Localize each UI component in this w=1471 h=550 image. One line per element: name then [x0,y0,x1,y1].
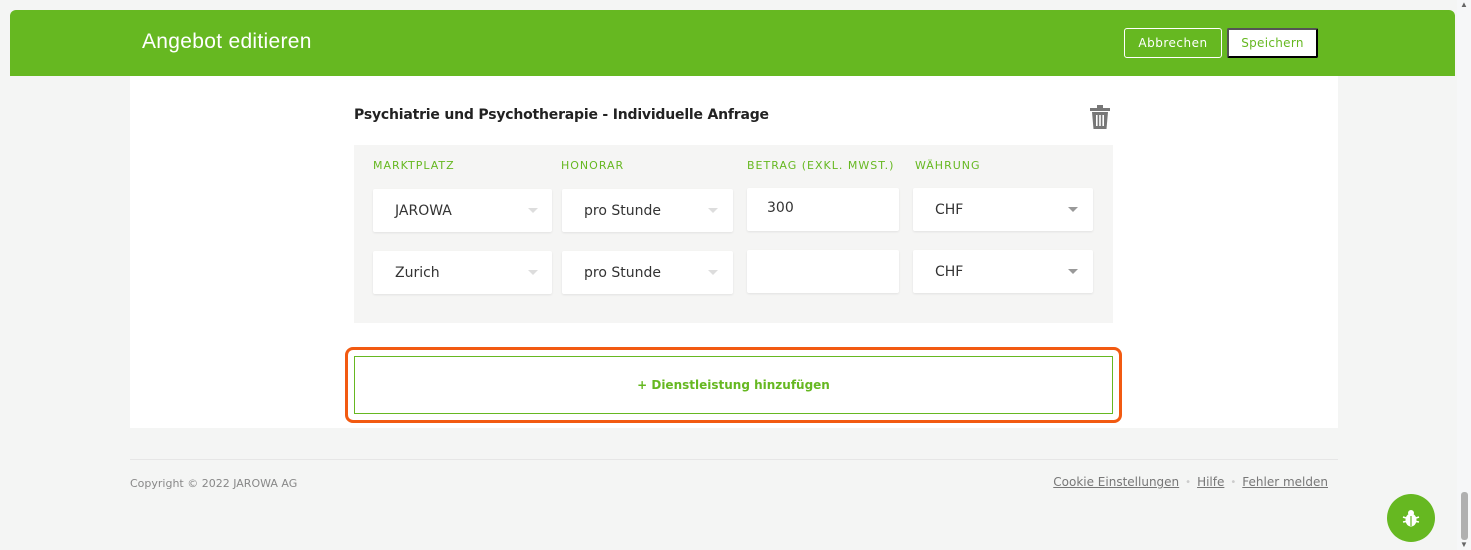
page-header: Angebot editieren Abbrechen Speichern [10,10,1455,76]
trash-icon[interactable] [1090,105,1110,129]
cookie-settings-link[interactable]: Cookie Einstellungen [1053,475,1179,489]
report-bug-link[interactable]: Fehler melden [1242,475,1328,489]
currency-select[interactable]: CHF [913,188,1093,231]
currency-select[interactable]: CHF [913,250,1093,293]
marketplace-value: Zurich [395,265,440,281]
chevron-down-icon [1068,207,1078,212]
bug-icon [1402,510,1420,527]
fee-type-select[interactable]: pro Stunde [562,251,733,294]
copyright-text: Copyright © 2022 JAROWA AG [130,477,298,490]
amount-value: 300 [767,200,794,216]
column-header-marketplace: MARKTPLATZ [373,159,455,172]
footer-divider [130,459,1338,460]
chevron-down-icon [708,208,718,213]
currency-value: CHF [935,264,964,280]
marketplace-select[interactable]: Zurich [373,251,552,294]
separator-dot: • [1185,476,1192,488]
chevron-down-icon [528,270,538,275]
marketplace-value: JAROWA [395,203,452,219]
currency-value: CHF [935,202,964,218]
fee-type-value: pro Stunde [584,203,661,219]
cancel-button[interactable]: Abbrechen [1124,28,1222,58]
scroll-thumb[interactable] [1461,492,1468,540]
service-title: Psychiatrie und Psychotherapie - Individ… [354,107,769,123]
amount-input[interactable]: 300 [747,188,899,231]
fee-type-value: pro Stunde [584,265,661,281]
help-link[interactable]: Hilfe [1197,475,1224,489]
fee-type-select[interactable]: pro Stunde [562,189,733,232]
marketplace-select[interactable]: JAROWA [373,189,552,232]
column-header-fee: HONORAR [561,159,625,172]
scroll-up-arrow-icon[interactable]: ▲ [1460,0,1468,9]
scroll-down-arrow-icon[interactable]: ▼ [1460,540,1468,549]
chevron-down-icon [708,270,718,275]
scrollbar[interactable]: ▲ ▼ [1457,0,1471,550]
service-table [354,145,1113,323]
chevron-down-icon [1068,269,1078,274]
add-service-button[interactable]: + Dienstleistung hinzufügen [354,356,1113,414]
page-title: Angebot editieren [142,30,312,53]
amount-input[interactable] [747,250,899,293]
separator-dot: • [1230,476,1237,488]
footer-links: Cookie Einstellungen • Hilfe • Fehler me… [1053,475,1328,489]
column-header-currency: WÄHRUNG [915,159,981,172]
save-button[interactable]: Speichern [1227,28,1318,58]
bug-report-button[interactable] [1387,494,1435,542]
column-header-amount: BETRAG (EXKL. MWST.) [747,159,895,172]
chevron-down-icon [528,208,538,213]
